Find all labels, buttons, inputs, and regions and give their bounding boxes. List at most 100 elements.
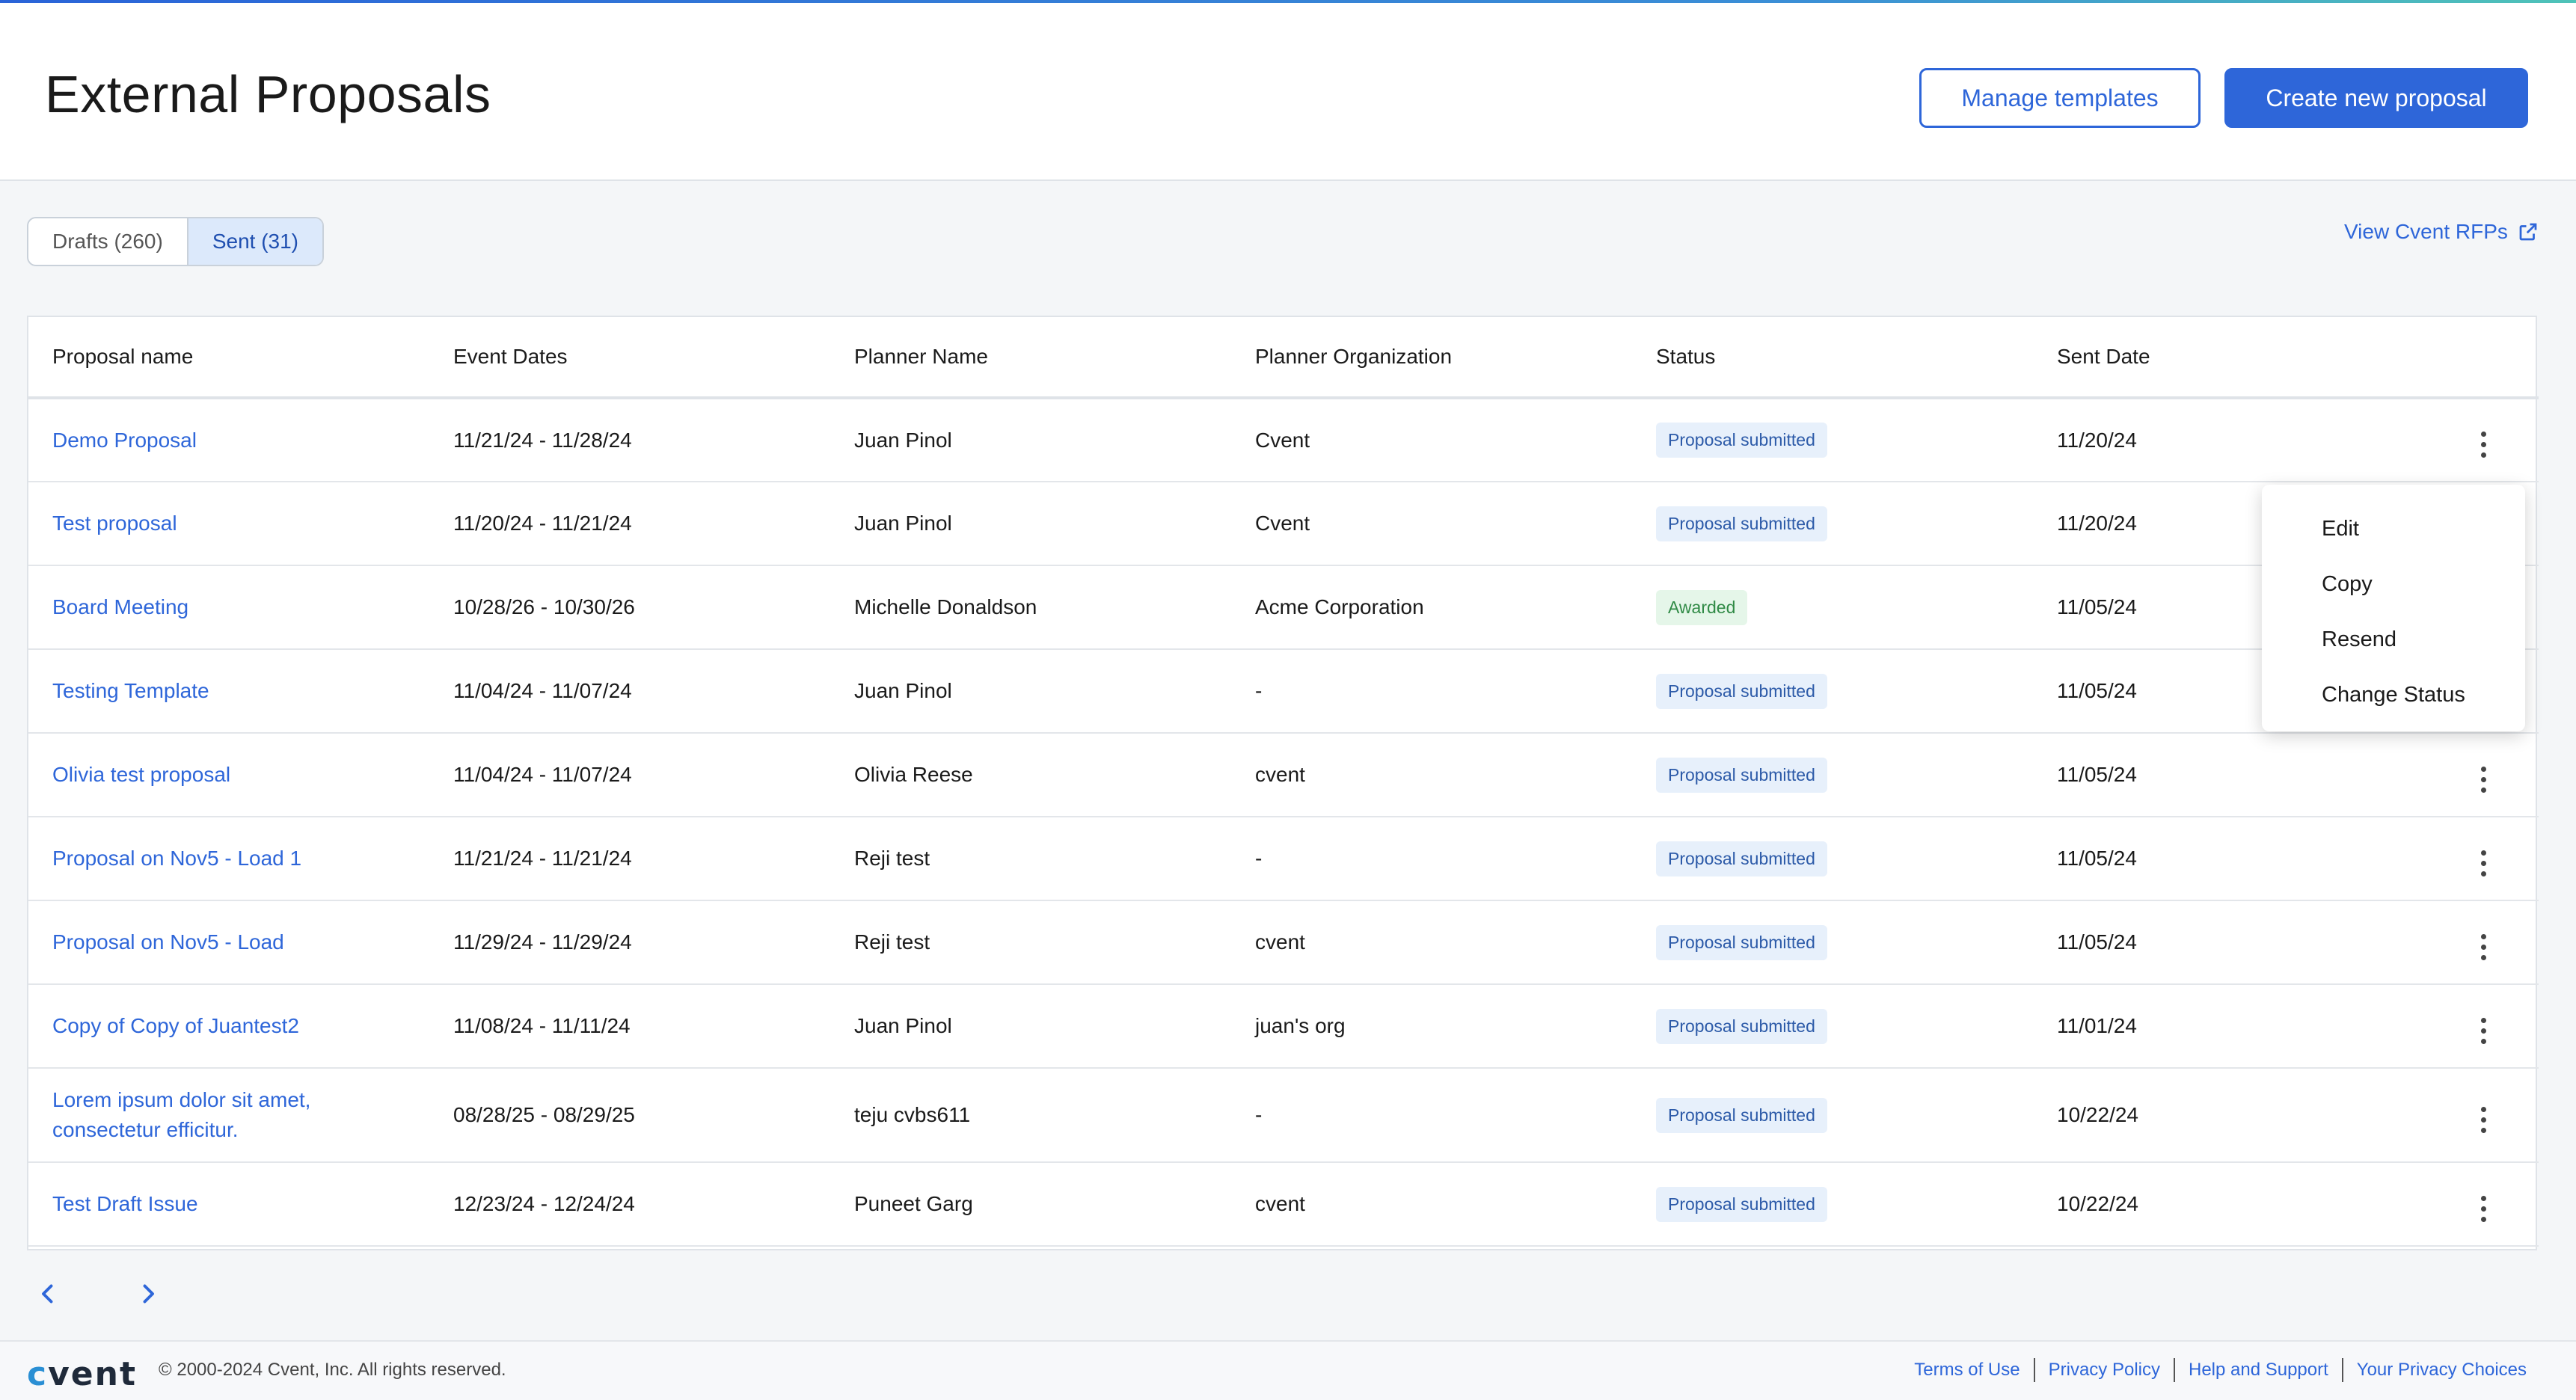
event-dates-cell: 11/29/24 - 11/29/24	[429, 900, 830, 985]
planner-org-cell: cvent	[1231, 733, 1632, 817]
column-header-status[interactable]: Status	[1632, 317, 2033, 399]
create-new-proposal-button[interactable]: Create new proposal	[2224, 68, 2528, 128]
copyright-text: © 2000-2024 Cvent, Inc. All rights reser…	[159, 1360, 506, 1380]
proposal-name-link[interactable]: Olivia test proposal	[52, 763, 230, 786]
table-row: Testing Template 11/04/24 - 11/07/24 Jua…	[28, 649, 2539, 734]
more-actions-icon[interactable]	[2474, 846, 2494, 881]
view-cvent-rfps-label: View Cvent RFPs	[2344, 220, 2508, 243]
help-and-support-link[interactable]: Help and Support	[2175, 1360, 2342, 1381]
sent-date-cell: 11/20/24	[2033, 398, 2434, 482]
planner-name-cell: Juan Pinol	[830, 984, 1231, 1069]
status-badge: Proposal submitted	[1656, 924, 1827, 960]
view-cvent-rfps-link[interactable]: View Cvent RFPs	[2344, 220, 2539, 244]
table-row: Lorem ipsum dolor sit amet, consectetur …	[28, 1068, 2539, 1163]
status-badge: Proposal submitted	[1656, 1097, 1827, 1133]
status-badge: Awarded	[1656, 589, 1748, 625]
planner-org-cell: -	[1231, 817, 1632, 901]
chevron-right-icon	[143, 1284, 154, 1304]
page: External Proposals Manage templates Crea…	[0, 0, 2576, 1400]
proposal-name-link[interactable]: Demo Proposal	[52, 429, 197, 452]
planner-org-cell: -	[1231, 1068, 1632, 1163]
table-row: Proposal on Nov5 - Load 1 11/21/24 - 11/…	[28, 817, 2539, 901]
planner-name-cell: Michelle Donaldson	[830, 565, 1231, 650]
more-actions-icon[interactable]	[2474, 1102, 2494, 1138]
status-badge: Proposal submitted	[1656, 1186, 1827, 1222]
proposals-table: Proposal name Event Dates Planner Name P…	[27, 316, 2539, 1250]
table-row: Board Meeting 10/28/26 - 10/30/26 Michel…	[28, 565, 2539, 650]
table-row: Proposal on Nov5 - Load 11/29/24 - 11/29…	[28, 900, 2539, 985]
event-dates-cell: 10/28/26 - 10/30/26	[429, 565, 830, 650]
sent-date-cell: 11/05/24	[2033, 733, 2434, 817]
proposal-name-link[interactable]: Board Meeting	[52, 595, 188, 618]
external-link-icon	[2519, 223, 2537, 241]
table-row: Test Draft Issue 12/23/24 - 12/24/24 Pun…	[28, 1162, 2539, 1247]
planner-name-cell: Reji test	[830, 817, 1231, 901]
cvent-logo: cvent	[27, 1355, 137, 1393]
proposal-name-link[interactable]: Lorem ipsum dolor sit amet, consectetur …	[52, 1085, 367, 1145]
column-header-actions	[2434, 317, 2539, 399]
page-header: External Proposals Manage templates Crea…	[0, 3, 2576, 181]
planner-org-cell: cvent	[1231, 1162, 1632, 1247]
proposal-name-link[interactable]: Testing Template	[52, 679, 209, 702]
table-row: Olivia test proposal 11/04/24 - 11/07/24…	[28, 733, 2539, 817]
column-header-proposal-name[interactable]: Proposal name	[28, 317, 429, 399]
more-actions-icon[interactable]	[2474, 1191, 2494, 1226]
planner-org-cell: cvent	[1231, 900, 1632, 985]
column-header-planner-organization[interactable]: Planner Organization	[1231, 317, 1632, 399]
planner-name-cell: Reji test	[830, 900, 1231, 985]
column-header-sent-date[interactable]: Sent Date	[2033, 317, 2434, 399]
row-actions-menu: Edit Copy Resend Change Status	[2262, 485, 2525, 731]
planner-org-cell: juan's org	[1231, 984, 1632, 1069]
menu-item-copy[interactable]: Copy	[2262, 556, 2525, 612]
proposal-tabs: Drafts (260) Sent (31)	[27, 217, 324, 266]
tab-drafts[interactable]: Drafts (260)	[28, 218, 187, 265]
chevron-left-icon	[42, 1284, 53, 1304]
proposal-name-link[interactable]: Copy of Copy of Juantest2	[52, 1014, 299, 1037]
planner-org-cell: Cvent	[1231, 398, 1632, 482]
more-actions-icon[interactable]	[2474, 762, 2494, 797]
more-actions-icon[interactable]	[2474, 427, 2494, 462]
privacy-choices-link[interactable]: Your Privacy Choices	[2343, 1360, 2540, 1381]
sent-date-cell: 10/22/24	[2033, 1068, 2434, 1163]
status-badge: Proposal submitted	[1656, 506, 1827, 541]
page-title: External Proposals	[45, 65, 491, 123]
page-footer: cvent © 2000-2024 Cvent, Inc. All rights…	[0, 1340, 2576, 1400]
status-badge: Proposal submitted	[1656, 423, 1827, 458]
privacy-policy-link[interactable]: Privacy Policy	[2035, 1360, 2174, 1381]
proposal-name-link[interactable]: Test proposal	[52, 512, 177, 535]
proposal-name-link[interactable]: Proposal on Nov5 - Load	[52, 930, 284, 954]
planner-name-cell: Juan Pinol	[830, 398, 1231, 482]
event-dates-cell: 11/04/24 - 11/07/24	[429, 649, 830, 734]
planner-org-cell: -	[1231, 649, 1632, 734]
planner-org-cell: Cvent	[1231, 482, 1632, 566]
table-row: Test proposal 11/20/24 - 11/21/24 Juan P…	[28, 482, 2539, 566]
more-actions-icon[interactable]	[2474, 1013, 2494, 1049]
proposal-name-link[interactable]: Test Draft Issue	[52, 1192, 198, 1215]
manage-templates-button[interactable]: Manage templates	[1919, 68, 2201, 128]
planner-name-cell: Olivia Reese	[830, 733, 1231, 817]
more-actions-icon[interactable]	[2474, 930, 2494, 965]
previous-page-button[interactable]	[27, 1273, 69, 1315]
sent-date-cell: 10/22/24	[2033, 1162, 2434, 1247]
planner-org-cell: Acme Corporation	[1231, 565, 1632, 650]
tab-sent[interactable]: Sent (31)	[186, 218, 322, 265]
next-page-button[interactable]	[127, 1273, 169, 1315]
menu-item-change-status[interactable]: Change Status	[2262, 667, 2525, 722]
event-dates-cell: 12/23/24 - 12/24/24	[429, 1162, 830, 1247]
event-dates-cell: 08/28/25 - 08/29/25	[429, 1068, 830, 1163]
column-header-planner-name[interactable]: Planner Name	[830, 317, 1231, 399]
event-dates-cell: 11/20/24 - 11/21/24	[429, 482, 830, 566]
event-dates-cell: 11/04/24 - 11/07/24	[429, 733, 830, 817]
planner-name-cell: Juan Pinol	[830, 482, 1231, 566]
menu-item-edit[interactable]: Edit	[2262, 501, 2525, 556]
sent-date-cell: 11/05/24	[2033, 900, 2434, 985]
table-row: Copy of Copy of Juantest2 11/08/24 - 11/…	[28, 984, 2539, 1069]
footer-links: Terms of Use Privacy Policy Help and Sup…	[1901, 1358, 2540, 1382]
event-dates-cell: 11/21/24 - 11/28/24	[429, 398, 830, 482]
table-header-row: Proposal name Event Dates Planner Name P…	[28, 317, 2539, 399]
column-header-event-dates[interactable]: Event Dates	[429, 317, 830, 399]
planner-name-cell: Juan Pinol	[830, 649, 1231, 734]
terms-of-use-link[interactable]: Terms of Use	[1901, 1360, 2033, 1381]
menu-item-resend[interactable]: Resend	[2262, 612, 2525, 667]
proposal-name-link[interactable]: Proposal on Nov5 - Load 1	[52, 847, 301, 870]
